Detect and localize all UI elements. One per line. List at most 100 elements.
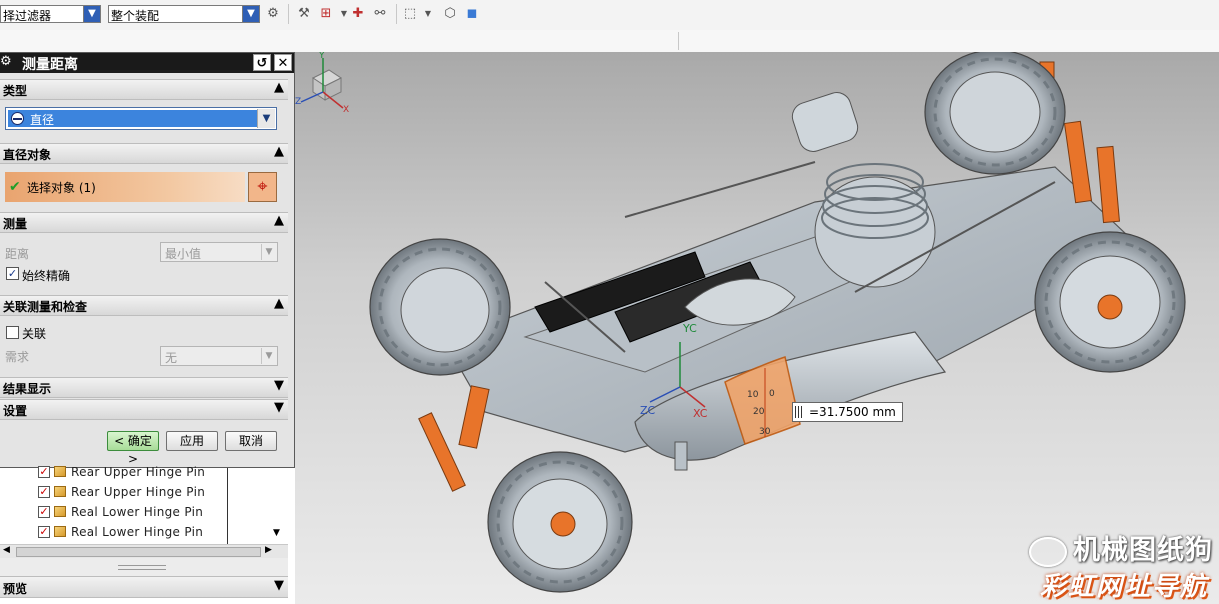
chevron-down-icon[interactable]: ▼ <box>242 6 259 22</box>
visibility-checkbox[interactable]: ✓ <box>38 466 50 478</box>
preview-section-header[interactable]: 预览 ▼ <box>0 576 288 598</box>
chevron-down-icon[interactable]: ▼ <box>420 6 436 22</box>
chevron-down-icon[interactable]: ▼ <box>257 109 275 128</box>
type-combo[interactable]: 直径 ▼ <box>5 107 277 130</box>
chevron-up-icon[interactable]: ▲ <box>274 144 284 159</box>
section-type-header[interactable]: 类型 ▲ <box>0 79 288 100</box>
apply-button[interactable]: 应用 <box>166 431 218 451</box>
requirement-value: 无 <box>165 351 178 365</box>
wheel-rear-left <box>369 238 511 376</box>
tree-row-label: Rear Upper Hinge Pin <box>71 485 206 499</box>
type-selected: 直径 <box>8 110 258 127</box>
associative-checkbox[interactable] <box>6 326 19 339</box>
rc-car-model: 0 10 20 30 YC XC ZC <box>369 52 1186 593</box>
wheel-front-left <box>487 451 633 593</box>
selection-filter-combo[interactable]: 择过滤器 ▼ <box>0 5 101 23</box>
assembly-scope-value: 整个装配 <box>111 9 160 23</box>
secondary-toolbar <box>0 30 1219 53</box>
always-accurate-label: 始终精确 <box>22 269 71 283</box>
panel-splitter[interactable] <box>0 558 288 576</box>
chevron-down-icon[interactable]: ▼ <box>274 578 284 593</box>
requirement-combo[interactable]: 无 ▼ <box>160 346 278 366</box>
scale-tick-20: 20 <box>753 407 765 417</box>
xc-axis-label: XC <box>693 407 708 420</box>
scroll-right-icon[interactable]: ▶ <box>265 545 272 555</box>
scroll-down-icon[interactable]: ▼ <box>273 528 280 538</box>
assembly-scope-combo[interactable]: 整个装配 ▼ <box>108 5 260 23</box>
column-divider <box>227 468 228 544</box>
type-value: 直径 <box>30 113 55 127</box>
chevron-down-icon[interactable]: ▼ <box>261 244 276 260</box>
selection-filter-value: 择过滤器 <box>3 9 52 23</box>
chevron-down-icon[interactable]: ▼ <box>83 6 100 22</box>
section-result-display-header[interactable]: 结果显示 ▼ <box>0 377 288 398</box>
point-constructor-icon[interactable]: ✚ <box>350 6 366 22</box>
link-tool-icon[interactable]: ⚯ <box>372 6 388 22</box>
select-feature-icon[interactable]: ⚒ <box>296 6 312 22</box>
watermark-wechat: 机械图纸狗 <box>1029 528 1213 567</box>
reset-icon[interactable]: ↺ <box>253 54 271 71</box>
chevron-down-icon[interactable]: ▼ <box>261 348 276 364</box>
visibility-checkbox[interactable]: ✓ <box>38 486 50 498</box>
zc-axis-label: ZC <box>640 404 656 417</box>
chevron-up-icon[interactable]: ▲ <box>274 296 284 311</box>
measurement-value: =31.7500 mm <box>809 405 896 419</box>
horizontal-scrollbar[interactable]: ◀ ▶ <box>0 544 288 559</box>
always-accurate-checkbox[interactable]: ✓ <box>6 267 19 280</box>
diameter-icon <box>11 112 24 125</box>
dialog-title: 测量距离 <box>22 57 78 73</box>
wheel-rear-right <box>924 52 1066 175</box>
ok-button[interactable]: < 确定 > <box>107 431 159 466</box>
top-toolbar: 择过滤器 ▼ 整个装配 ▼ ⚙ ⚒ ⊞ ▼ ✚ ⚯ ⬚ ▼ ⬡ ◼ <box>0 0 1219 31</box>
close-icon[interactable]: ✕ <box>274 54 292 71</box>
section-associative-header[interactable]: 关联测量和检查 ▲ <box>0 295 288 316</box>
visibility-checkbox[interactable]: ✓ <box>38 526 50 538</box>
select-object-label: 选择对象 (1) <box>27 181 96 195</box>
triad-y-label: Y <box>318 52 325 61</box>
scrollbar-thumb[interactable] <box>16 547 261 557</box>
toolbar-divider <box>678 32 679 50</box>
chevron-down-icon[interactable]: ▼ <box>274 400 284 415</box>
graphics-viewport[interactable]: 0 10 20 30 YC XC ZC =31.7500 mm Y X Z 机械… <box>295 52 1219 604</box>
rectangle-select-icon[interactable]: ⬚ <box>402 6 418 22</box>
distance-label: 距离 <box>5 247 30 261</box>
section-label: 关联测量和检查 <box>3 300 88 314</box>
visibility-checkbox[interactable]: ✓ <box>38 506 50 518</box>
snap-settings-icon[interactable]: ⚙ <box>265 6 281 22</box>
tree-row-label: Rear Upper Hinge Pin <box>71 465 206 479</box>
gear-icon[interactable]: ⚙ <box>0 54 14 69</box>
cancel-button[interactable]: 取消 <box>225 431 277 451</box>
component-icon <box>54 486 66 497</box>
toolbar-divider <box>396 4 397 24</box>
exhaust-stinger <box>674 441 688 471</box>
measurement-readout: =31.7500 mm <box>792 402 903 422</box>
toolbar-divider <box>288 4 289 24</box>
scroll-left-icon[interactable]: ◀ <box>3 545 10 555</box>
chevron-up-icon[interactable]: ▲ <box>274 80 284 95</box>
distance-value: 最小值 <box>165 247 202 261</box>
yc-axis-label: YC <box>682 322 697 335</box>
chevron-up-icon[interactable]: ▲ <box>274 213 284 228</box>
section-measure-header[interactable]: 测量 ▲ <box>0 212 288 233</box>
cube-view-icon[interactable]: ◼ <box>464 6 480 22</box>
section-label: 预览 <box>3 582 28 596</box>
eraser-icon[interactable]: ⬡ <box>442 6 458 22</box>
section-diameter-object-header[interactable]: 直径对象 ▲ <box>0 143 288 164</box>
distance-combo[interactable]: 最小值 ▼ <box>160 242 278 262</box>
chevron-down-icon[interactable]: ▼ <box>274 378 284 393</box>
crosshair-select-button[interactable]: ⌖ <box>248 172 277 202</box>
section-settings-header[interactable]: 设置 ▼ <box>0 399 288 420</box>
dialog-titlebar[interactable]: ⚙ 测量距离 ↺ ✕ <box>0 53 294 73</box>
tree-row-label: Real Lower Hinge Pin <box>71 505 204 519</box>
tree-row-label: Real Lower Hinge Pin <box>71 525 204 539</box>
point-snap-icon[interactable]: ⊞ <box>318 6 334 22</box>
section-label: 测量 <box>3 217 28 231</box>
triad-z-label: Z <box>295 97 301 107</box>
view-triad[interactable]: Y X Z <box>295 52 355 112</box>
section-label: 设置 <box>3 404 28 418</box>
air-filter <box>791 92 859 152</box>
component-icon <box>54 506 66 517</box>
component-icon <box>54 526 66 537</box>
drag-handle-icon[interactable] <box>795 406 804 418</box>
select-object-row[interactable]: ✔ 选择对象 (1) <box>5 172 245 202</box>
